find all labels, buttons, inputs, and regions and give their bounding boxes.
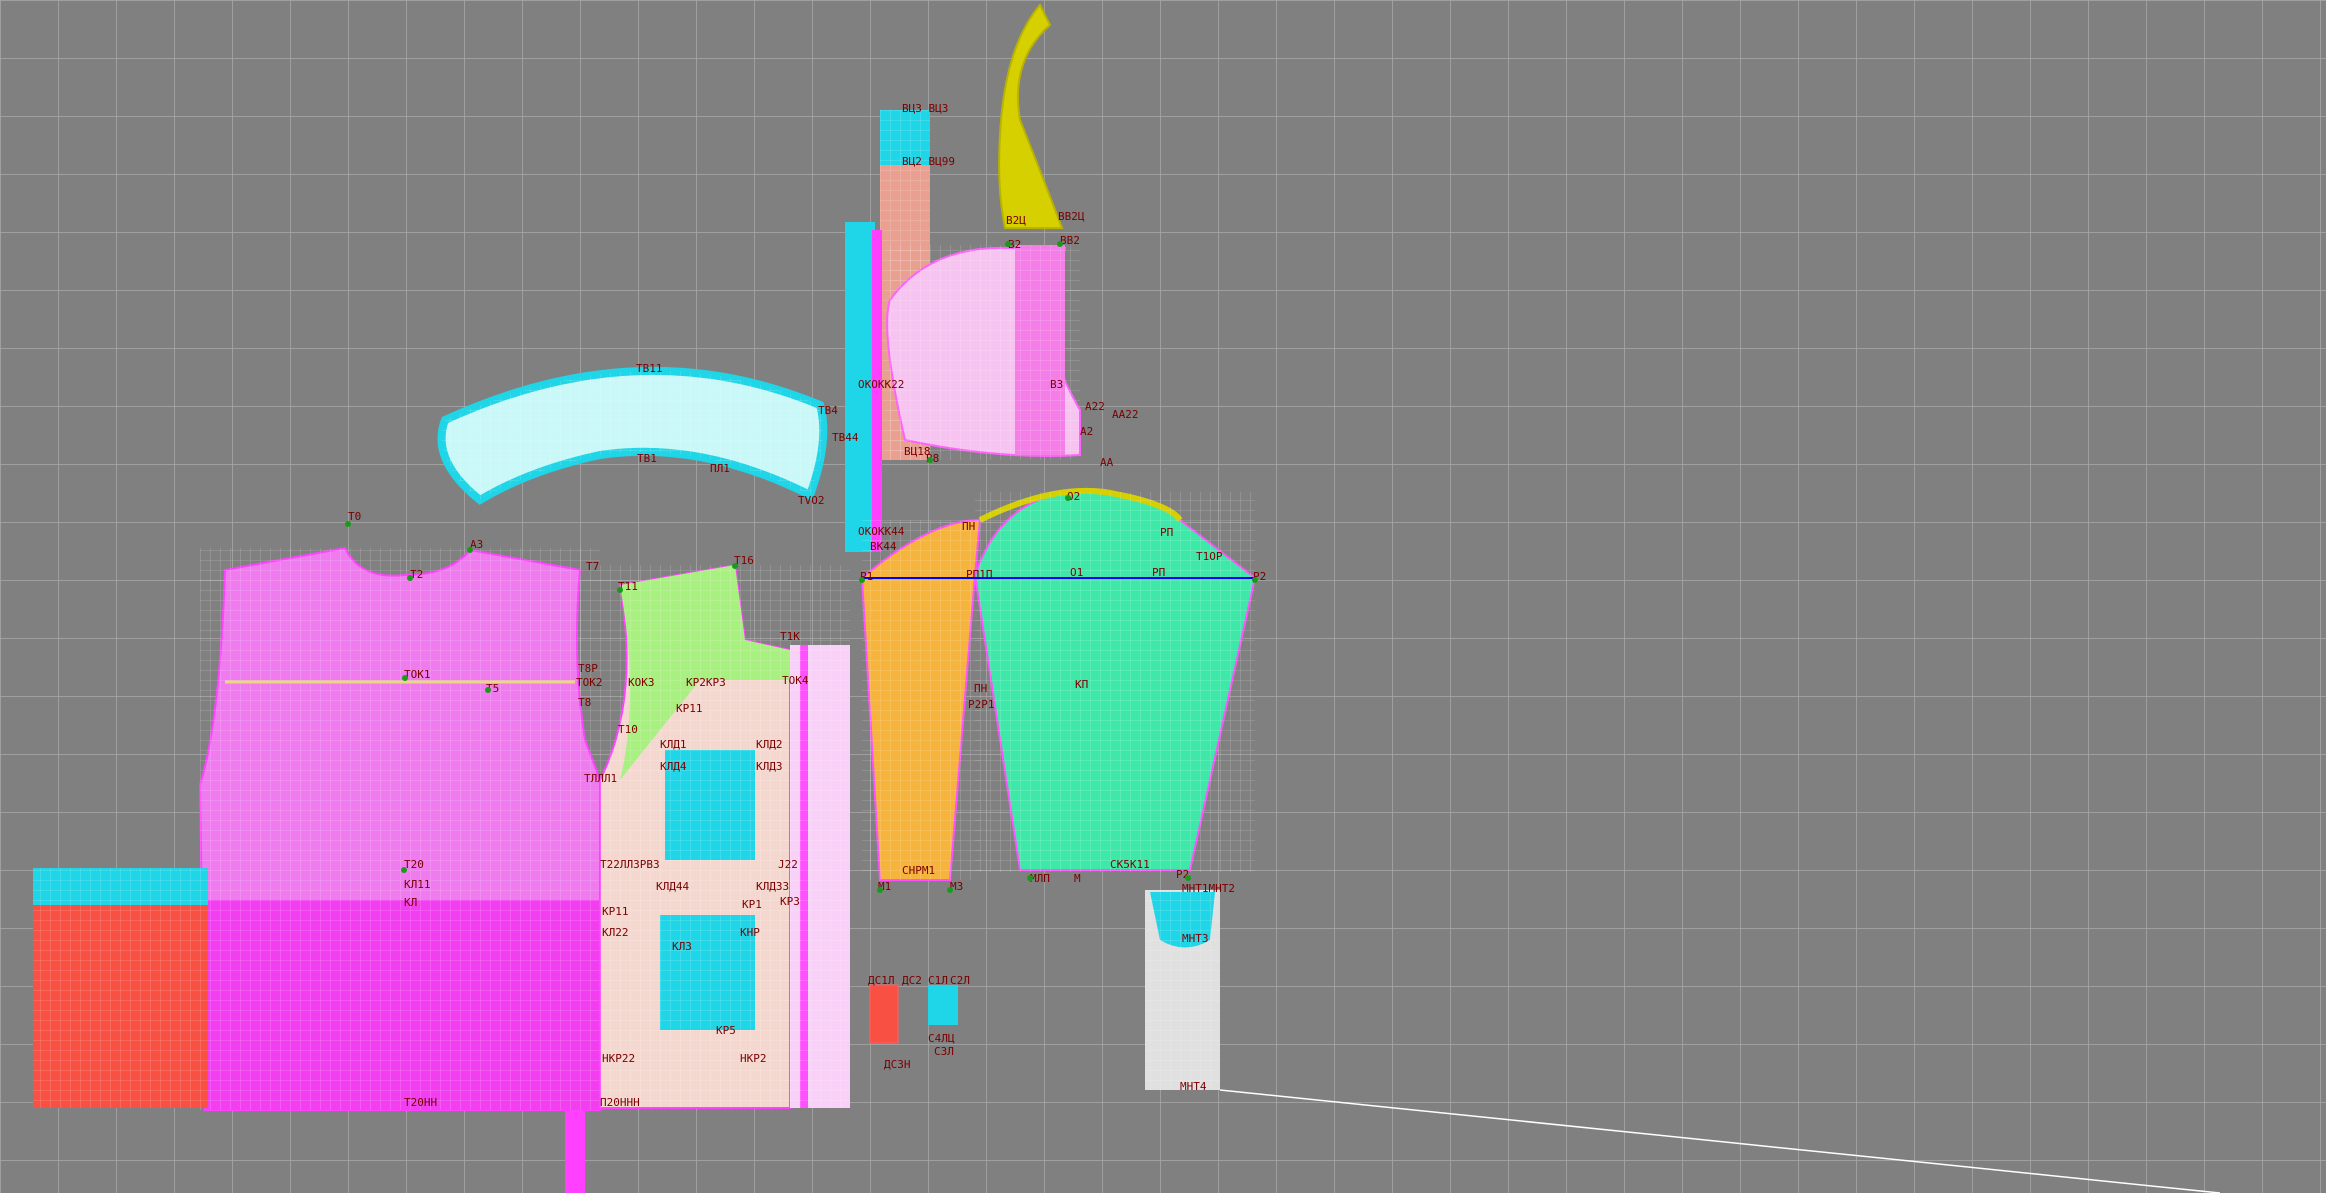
label-dsn: ДС3Н [884,1058,911,1071]
label-dc2: ДС2 [902,974,922,987]
label-sp: С4ЛЦ [928,1032,955,1045]
label-t20: Т20 [404,858,424,871]
label-kld2: КЛД2 [756,738,783,751]
label-vs3: ВЦЗ ВЦЗ [902,102,948,115]
small-red-piece[interactable] [869,984,899,1044]
label-mu3: МНТ3 [1182,932,1209,945]
label-v2u: В2Ц [1006,214,1026,227]
label-sl: С1Л [928,974,948,987]
label-snm: СНРМ1 [902,864,935,877]
label-tv4: ТВ4 [818,404,838,417]
label-j22: Ј22 [778,858,798,871]
back-bodice-overlay [200,548,600,1110]
label-tv1: ТВ1 [637,452,657,465]
label-kr3: КР3 [780,895,800,908]
label-dsl: ДС1Л [868,974,895,987]
label-m: М [1074,872,1081,885]
label-o1: О1 [1070,566,1083,579]
label-t8: Т8 [578,696,591,709]
label-t20h: Т20НН [404,1096,437,1109]
label-kld4: КЛД4 [660,760,687,773]
label-kld3: КЛД3 [756,760,783,773]
label-pl1: ПЛ1 [710,462,730,475]
label-bk44: ВК44 [870,540,897,553]
label-rpp: Р2Р1 [968,698,995,711]
label-kld1: КЛД1 [660,738,687,751]
label-pn3: П20ННН [600,1096,640,1109]
label-t1k: Т1К [780,630,800,643]
lower-vertical-strip[interactable] [565,1110,585,1193]
label-pp: РП [1160,526,1173,539]
label-kp5: КР5 [716,1024,736,1037]
label-a2: А2 [1080,425,1093,438]
label-tok2: ТОК2 [576,676,603,689]
label-okk22: ОКОКК22 [858,378,904,391]
label-sp2: С3Л [934,1045,954,1058]
label-t10: Т10 [618,723,638,736]
label-vs99: ВЦ2 ВЦ99 [902,155,955,168]
label-krp3: КР2КР3 [686,676,726,689]
label-okk44: ОКОКК44 [858,525,905,538]
left-sleeve-overlay [862,520,980,880]
label-vv2: ВВ2 [1060,234,1080,247]
label-pn2: ПН [974,682,987,695]
label-rp: РП [1152,566,1165,579]
label-pp1: РП1П [966,568,993,581]
label-kr22: НКР22 [602,1052,635,1065]
right-sleeve-overlay [975,492,1255,872]
pattern-canvas[interactable]: ВЦЗ ВЦЗ ВЦ2 ВЦ99 В2Ц ВВ2Ц В2 ВВ2 ТВ11 ТВ… [0,0,2326,1193]
label-kl: КЛ [404,896,417,909]
label-tok4: ТОК4 [782,674,809,687]
label-aa: АА [1100,456,1114,469]
label-t12: ТЛЛЛ1 [584,772,617,785]
label-sk11: СК5К11 [1110,858,1150,871]
label-t8p: Т8Р [578,662,598,675]
label-kp1: КР1 [742,898,762,911]
label-t0: Т0 [348,510,361,523]
label-kld44: КЛД44 [656,880,689,893]
label-kp: КП [1075,678,1088,691]
label-t7: Т7 [586,560,599,573]
red-lining-overlay [33,868,208,1108]
label-mu2: МНТ1МНТ2 [1182,882,1235,895]
sleeve-cap-overlay [890,245,1080,460]
label-tv11: ТВ11 [636,362,663,375]
label-kn3: КЛ3 [672,940,692,953]
label-v3: В3 [1050,378,1063,391]
label-kok3: КОК3 [628,676,655,689]
label-t1op: Т1ОР [1196,550,1223,563]
pocket-overlay [1145,890,1220,1090]
label-kp11: КР11 [676,702,703,715]
label-kl11: КЛ11 [404,878,431,891]
label-a22: А22 [1085,400,1105,413]
label-tvo2: ТVО2 [798,494,825,507]
label-mlp: МЛП [1030,872,1050,885]
label-t22: Т22ЛЛ3РВ3 [600,858,660,871]
label-pn: ПН [962,520,975,533]
small-cyan-piece[interactable] [928,985,958,1025]
label-kp2: НКР2 [740,1052,767,1065]
label-kp11b: КР11 [602,905,629,918]
label-tok1: ТОК1 [404,668,431,681]
label-mu4: МНТ4 [1180,1080,1207,1093]
vertical-strip-magenta[interactable] [872,230,882,552]
label-kl22: КЛ22 [602,926,629,939]
label-tv44: ТВ44 [832,431,859,444]
label-kld33: КЛД33 [756,880,789,893]
label-knr: КНР [740,926,760,939]
label-s2l: С2Л [950,974,970,987]
label-vv2u: ВВ2Ц [1058,210,1085,223]
label-aa22: АА22 [1112,408,1139,421]
